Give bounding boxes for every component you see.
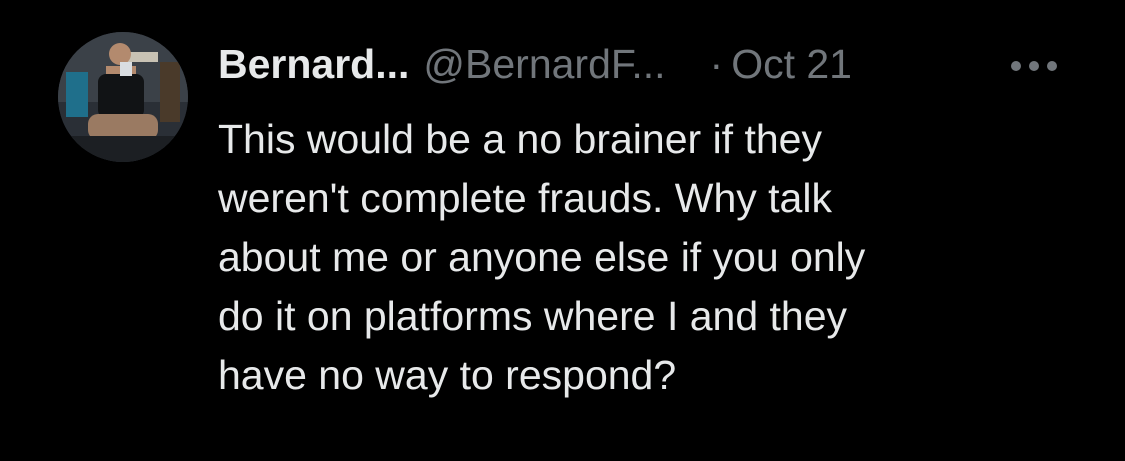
tweet-text: This would be a no brainer if they weren…	[218, 110, 1098, 405]
tweet-text-line: about me or anyone else if you only	[218, 234, 866, 280]
author-display-name[interactable]: Bernard...	[218, 41, 409, 88]
tweet-date[interactable]: Oct 21	[731, 41, 852, 88]
user-photo-avatar	[58, 32, 188, 162]
more-options-button[interactable]	[1008, 54, 1068, 78]
tweet-text-line: have no way to respond?	[218, 352, 677, 398]
tweet-content: Bernard... @BernardF... · Oct 21 This wo…	[218, 34, 1098, 405]
author-handle[interactable]: @BernardF...	[423, 41, 665, 88]
more-horizontal-icon	[1011, 61, 1057, 71]
tweet[interactable]: Bernard... @BernardF... · Oct 21 This wo…	[0, 0, 1125, 461]
tweet-text-line: do it on platforms where I and they	[218, 293, 848, 339]
separator-dot: ·	[709, 40, 724, 87]
tweet-text-line: weren't complete frauds. Why talk	[218, 175, 832, 221]
author-avatar[interactable]	[58, 32, 188, 162]
tweet-text-line: This would be a no brainer if they	[218, 116, 822, 162]
tweet-header: Bernard... @BernardF... · Oct 21	[218, 34, 1098, 94]
